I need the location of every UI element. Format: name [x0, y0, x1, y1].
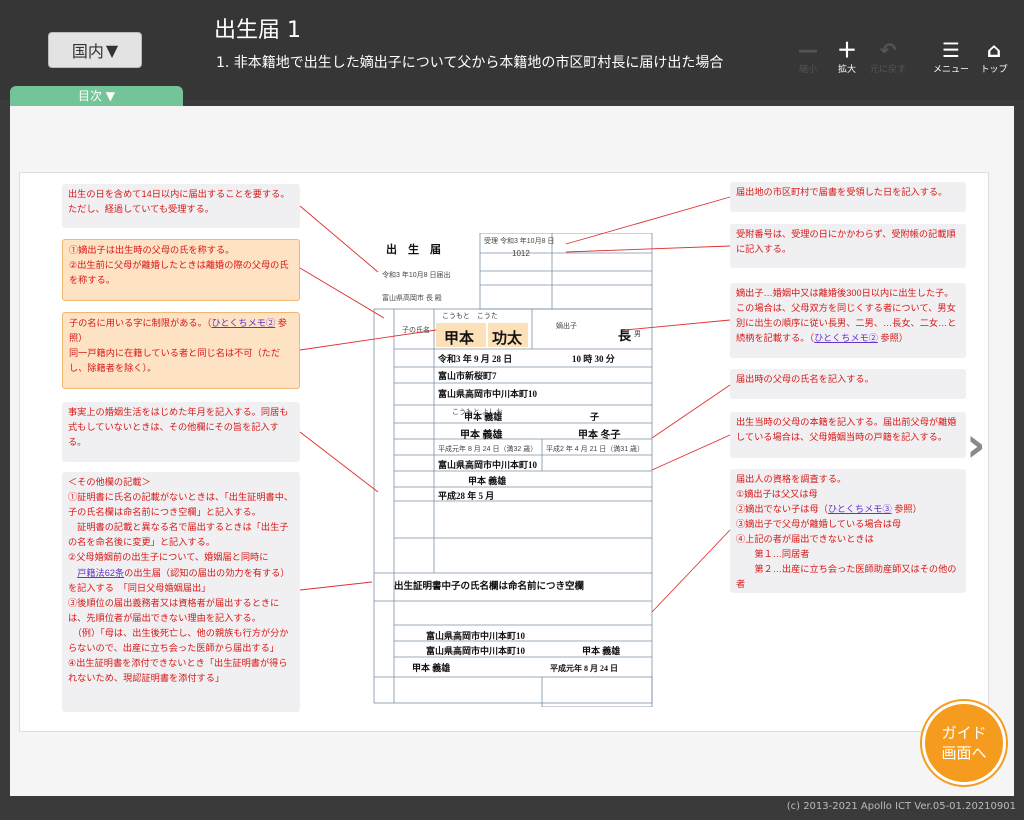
callout-lines [299, 196, 731, 613]
guide-label: ガイド 画面へ [941, 724, 987, 762]
app-window: 国内 ▼ 出生届 1 1. 非本籍地で出生した嫡出子について父から本籍地の市区町村… [0, 0, 1024, 820]
guide-screen-button[interactable]: ガイド 画面へ [922, 701, 1006, 785]
next-page-chevron-icon[interactable]: › [966, 420, 986, 470]
copyright-footer: (c) 2013-2021 Apollo ICT Ver.05-01.20210… [786, 801, 1016, 812]
